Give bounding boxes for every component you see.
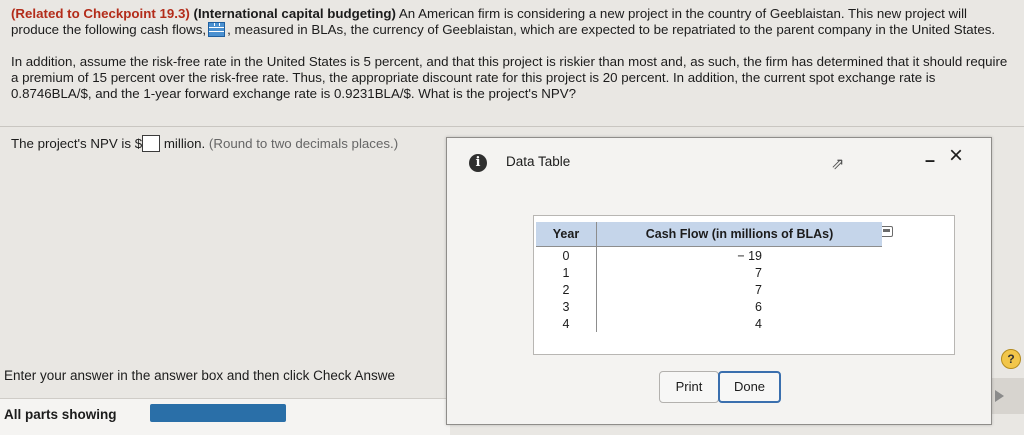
npv-answer-input[interactable] bbox=[142, 135, 161, 152]
question-text: (Related to Checkpoint 19.3) (Internatio… bbox=[11, 6, 1011, 102]
cash-flow-cell: − 19 bbox=[596, 246, 882, 264]
table-row: 2 7 bbox=[536, 281, 882, 298]
checkpoint-label: (Related to Checkpoint 19.3) bbox=[11, 6, 190, 21]
cash-flow-cell: 7 bbox=[755, 265, 762, 280]
answer-line: The project's NPV is $ million. (Round t… bbox=[11, 135, 398, 152]
question-title: (International capital budgeting) bbox=[193, 6, 396, 21]
instruction-text: Enter your answer in the answer box and … bbox=[4, 368, 395, 383]
year-cell: 0 bbox=[536, 246, 597, 264]
table-row: 0 − 19 bbox=[536, 246, 882, 264]
close-button[interactable]: × bbox=[949, 144, 963, 168]
all-parts-label: All parts showing bbox=[4, 407, 117, 422]
answer-prefix: The project's NPV is $ bbox=[11, 136, 143, 151]
data-table-dialog: i Data Table ⇗ – × Year Cash Flow (in mi… bbox=[446, 137, 992, 425]
question-line-1-cont: , measured in BLAs, the currency of Geeb… bbox=[227, 22, 996, 37]
year-cell: 4 bbox=[536, 315, 597, 332]
progress-bar bbox=[150, 404, 286, 422]
cash-flow-cell: 4 bbox=[755, 316, 762, 331]
help-button[interactable]: ? bbox=[1001, 349, 1021, 369]
answer-hint: (Round to two decimals places.) bbox=[208, 136, 399, 151]
table-header-row: Year Cash Flow (in millions of BLAs) bbox=[536, 222, 882, 247]
info-icon: i bbox=[469, 154, 487, 172]
table-row: 4 4 bbox=[536, 315, 882, 332]
question-paragraph-1: (Related to Checkpoint 19.3) (Internatio… bbox=[11, 6, 1011, 38]
column-header-year: Year bbox=[536, 222, 597, 247]
data-table-frame: Year Cash Flow (in millions of BLAs) 0 −… bbox=[533, 215, 955, 355]
year-cell: 3 bbox=[536, 298, 597, 315]
year-cell: 1 bbox=[536, 264, 597, 281]
answer-suffix: million. bbox=[163, 136, 206, 151]
table-row: 3 6 bbox=[536, 298, 882, 315]
cursor-icon: ⇗ bbox=[831, 156, 845, 173]
table-row: 1 7 bbox=[536, 264, 882, 281]
year-cell: 2 bbox=[536, 281, 597, 298]
play-arrow-icon bbox=[995, 390, 1004, 402]
cash-flow-cell: 6 bbox=[755, 299, 762, 314]
data-table-icon[interactable] bbox=[208, 22, 226, 37]
print-button[interactable]: Print bbox=[659, 371, 719, 403]
column-header-cash-flow: Cash Flow (in millions of BLAs) bbox=[596, 222, 882, 247]
done-button[interactable]: Done bbox=[718, 371, 781, 403]
cash-flow-cell: 7 bbox=[755, 282, 762, 297]
minimize-button[interactable]: – bbox=[925, 151, 935, 169]
divider bbox=[0, 126, 1024, 127]
dialog-title: Data Table bbox=[506, 154, 571, 169]
cash-flow-table: Year Cash Flow (in millions of BLAs) 0 −… bbox=[536, 222, 882, 332]
question-paragraph-2: In addition, assume the risk-free rate i… bbox=[11, 54, 1008, 101]
